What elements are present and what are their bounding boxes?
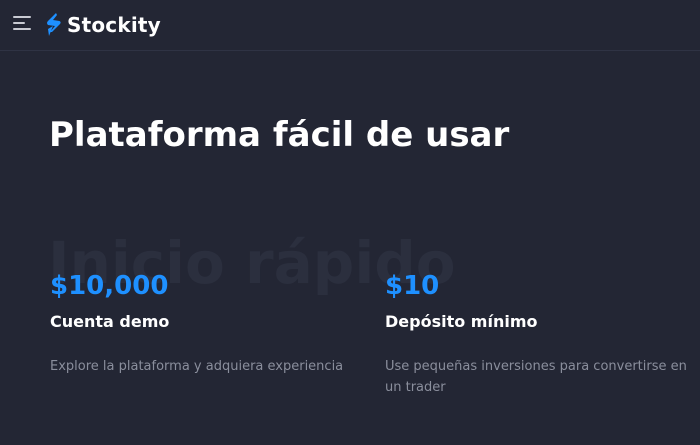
- feature-demo-account: $10,000 Cuenta demo Explore la plataform…: [50, 268, 370, 377]
- hamburger-menu-icon[interactable]: [13, 16, 31, 30]
- top-navigation-bar: Stockity: [0, 0, 700, 51]
- page-title: Plataforma fácil de usar: [49, 115, 510, 155]
- feature-title: Depósito mínimo: [385, 312, 538, 331]
- brand-name: Stockity: [67, 13, 161, 37]
- feature-minimum-deposit: $10 Depósito mínimo Use pequeñas inversi…: [385, 268, 690, 398]
- feature-description: Use pequeñas inversiones para convertirs…: [385, 359, 687, 395]
- feature-description: Explore la plataforma y adquiera experie…: [50, 359, 344, 374]
- brand-logo[interactable]: Stockity: [45, 10, 161, 40]
- feature-amount: $10: [385, 271, 440, 301]
- feature-amount: $10,000: [50, 271, 169, 301]
- stockity-logo-icon: [47, 13, 61, 36]
- feature-title: Cuenta demo: [50, 312, 170, 331]
